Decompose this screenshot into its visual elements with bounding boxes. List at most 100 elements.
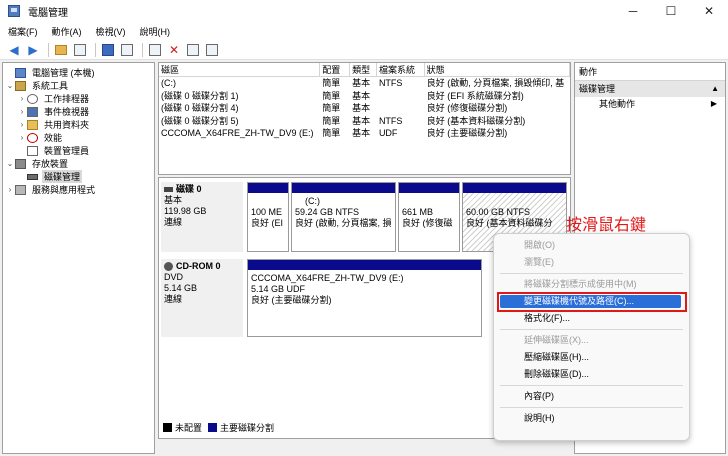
tree-item-storage[interactable]: ⌄ 存放裝置 xyxy=(3,157,154,170)
collapse-up-icon[interactable]: ▲ xyxy=(711,81,719,97)
tree-item-label: 電腦管理 (本機) xyxy=(32,68,95,78)
title-bar: 電腦管理 ─ ☐ ✕ xyxy=(0,0,728,22)
partition-size: 661 MB xyxy=(402,207,434,217)
disk-properties-icon[interactable] xyxy=(204,42,220,58)
up-folder-icon[interactable] xyxy=(53,42,69,58)
minimize-button[interactable]: ─ xyxy=(614,0,652,22)
legend-unallocated-swatch xyxy=(163,423,172,432)
tree-item-label: 裝置管理員 xyxy=(44,146,90,156)
menu-help[interactable]: 說明(H) xyxy=(140,25,171,38)
menu-file[interactable]: 檔案(F) xyxy=(8,25,38,38)
table-row[interactable]: (C:) 簡單 基本 NTFS 良好 (啟動, 分頁檔案, 損毀傾印, 基 xyxy=(159,77,570,90)
cell-type: 基本 xyxy=(352,115,371,126)
partition-efi[interactable]: 100 ME 良好 (EI xyxy=(247,182,289,252)
tree-item-system-tools[interactable]: ⌄ 系統工具 xyxy=(3,79,154,92)
disk-type: 基本 xyxy=(164,195,183,205)
tree-item-label: 效能 xyxy=(44,133,63,143)
show-tree-icon[interactable] xyxy=(72,42,88,58)
expand-icon[interactable]: ⌄ xyxy=(5,159,15,168)
column-header-status[interactable]: 狀態 xyxy=(425,63,570,76)
expand-icon[interactable]: › xyxy=(17,94,27,103)
legend-unallocated-label: 未配置 xyxy=(175,423,203,433)
ctx-help[interactable]: 說明(H) xyxy=(494,410,689,427)
disk-status: 連線 xyxy=(164,217,183,227)
tree-item-label: 共用資料夾 xyxy=(44,120,90,130)
ctx-explore[interactable]: 瀏覽(E) xyxy=(494,254,689,271)
tree-item-label: 工作排程器 xyxy=(44,94,90,104)
cell-filesystem: UDF xyxy=(378,128,398,138)
ctx-delete-volume[interactable]: 刪除磁碟區(D)... xyxy=(494,366,689,383)
ctx-mark-active[interactable]: 將磁碟分割標示成使用中(M) xyxy=(494,276,689,293)
highlight-outline-box xyxy=(497,292,687,312)
actions-section-disk-management[interactable]: 磁碟管理 ▲ xyxy=(575,81,725,97)
close-button[interactable]: ✕ xyxy=(690,0,728,22)
performance-icon xyxy=(27,132,38,143)
tree-item-services-applications[interactable]: › 服務與應用程式 xyxy=(3,183,154,196)
tree-item-disk-management[interactable]: 磁碟管理 xyxy=(3,170,154,183)
partition-c[interactable]: (C:) 59.24 GB NTFS 良好 (啟動, 分頁檔案, 損 xyxy=(291,182,396,252)
partition-body: 661 MB 良好 (修復磁 xyxy=(399,193,459,232)
cell-status: 良好 (基本資料磁碟分割) xyxy=(426,115,526,126)
column-header-type[interactable]: 類型 xyxy=(350,63,377,76)
ctx-shrink-volume[interactable]: 壓縮磁碟區(H)... xyxy=(494,349,689,366)
column-header-volume[interactable]: 磁區 xyxy=(159,63,321,76)
actions-more-actions[interactable]: 其他動作 ▶ xyxy=(575,97,725,111)
menu-bar: 檔案(F) 動作(A) 檢視(V) 說明(H) xyxy=(0,22,728,40)
forward-arrow-icon[interactable]: ▶ xyxy=(25,42,41,58)
partition-body: (C:) 59.24 GB NTFS 良好 (啟動, 分頁檔案, 損 xyxy=(292,193,395,232)
menu-action[interactable]: 動作(A) xyxy=(52,25,82,38)
partition-band xyxy=(248,260,481,270)
table-row[interactable]: CCCOMA_X64FRE_ZH-TW_DV9 (E:) 簡單 基本 UDF 良… xyxy=(159,127,570,140)
partition-cdrom-e[interactable]: CCCOMA_X64FRE_ZH-TW_DV9 (E:) 5.14 GB UDF… xyxy=(247,259,482,337)
menu-view[interactable]: 檢視(V) xyxy=(96,25,126,38)
cell-status: 良好 (主要磁碟分割) xyxy=(426,128,508,138)
partition-status: 良好 (修復磁 xyxy=(402,218,453,228)
disk-0-name: 磁碟 0 xyxy=(164,184,240,195)
expand-icon[interactable]: › xyxy=(5,185,15,194)
window-controls: ─ ☐ ✕ xyxy=(614,0,728,22)
cdrom-0-info[interactable]: CD-ROM 0 DVD 5.14 GB 連線 xyxy=(161,259,243,337)
tree-item-task-scheduler[interactable]: › 工作排程器 xyxy=(3,92,154,105)
check-icon[interactable] xyxy=(185,42,201,58)
partition-size: 5.14 GB UDF xyxy=(251,284,306,294)
cell-type: 基本 xyxy=(352,128,371,138)
table-row[interactable]: (磁碟 0 磁碟分割 5) 簡單 基本 NTFS 良好 (基本資料磁碟分割) xyxy=(159,115,570,128)
actions-title: 動作 xyxy=(575,63,725,81)
column-header-layout[interactable]: 配置 xyxy=(320,63,351,76)
partition-label xyxy=(251,196,285,207)
tree-item-event-viewer[interactable]: › 事件檢視器 xyxy=(3,105,154,118)
delete-icon[interactable]: ✕ xyxy=(166,42,182,58)
cell-type: 基本 xyxy=(352,103,371,113)
tree-item-performance[interactable]: › 效能 xyxy=(3,131,154,144)
toolbar: ◀ ▶ ✕ xyxy=(0,40,728,60)
disk-size: 119.98 GB xyxy=(164,206,207,216)
tree-item-device-manager[interactable]: 裝置管理員 xyxy=(3,144,154,157)
table-row[interactable]: (磁碟 0 磁碟分割 1) 簡單 基本 良好 (EFI 系統磁碟分割) xyxy=(159,90,570,103)
ctx-extend-volume[interactable]: 延伸磁碟區(X)... xyxy=(494,332,689,349)
expand-icon[interactable]: › xyxy=(17,133,27,142)
expand-icon[interactable]: › xyxy=(17,107,27,116)
partition-recovery[interactable]: 661 MB 良好 (修復磁 xyxy=(398,182,460,252)
tree-item-computer-management[interactable]: 電腦管理 (本機) xyxy=(3,66,154,79)
column-header-filesystem[interactable]: 檔案系統 xyxy=(377,63,425,76)
expand-icon[interactable]: ⌄ xyxy=(5,81,15,90)
event-icon xyxy=(27,106,38,117)
submenu-arrow-icon: ▶ xyxy=(710,99,717,108)
ctx-properties[interactable]: 內容(P) xyxy=(494,388,689,405)
legend-primary-swatch xyxy=(208,423,218,432)
help-icon[interactable] xyxy=(100,42,116,58)
ctx-open[interactable]: 開啟(O) xyxy=(494,237,689,254)
properties-icon[interactable] xyxy=(119,42,135,58)
disk-0-info[interactable]: 磁碟 0 基本 119.98 GB 連線 xyxy=(161,182,243,252)
cell-filesystem xyxy=(377,90,425,103)
table-row[interactable]: (磁碟 0 磁碟分割 4) 簡單 基本 良好 (修復磁碟分割) xyxy=(159,102,570,115)
maximize-button[interactable]: ☐ xyxy=(652,0,690,22)
menu-separator xyxy=(500,385,683,386)
tree-item-label: 磁碟管理 xyxy=(42,170,83,183)
ctx-format[interactable]: 格式化(F)... xyxy=(494,310,689,327)
back-arrow-icon[interactable]: ◀ xyxy=(6,42,22,58)
cell-layout: 簡單 xyxy=(322,128,341,138)
tree-item-shared-folders[interactable]: › 共用資料夾 xyxy=(3,118,154,131)
expand-icon[interactable]: › xyxy=(17,120,27,129)
connect-icon[interactable] xyxy=(147,42,163,58)
